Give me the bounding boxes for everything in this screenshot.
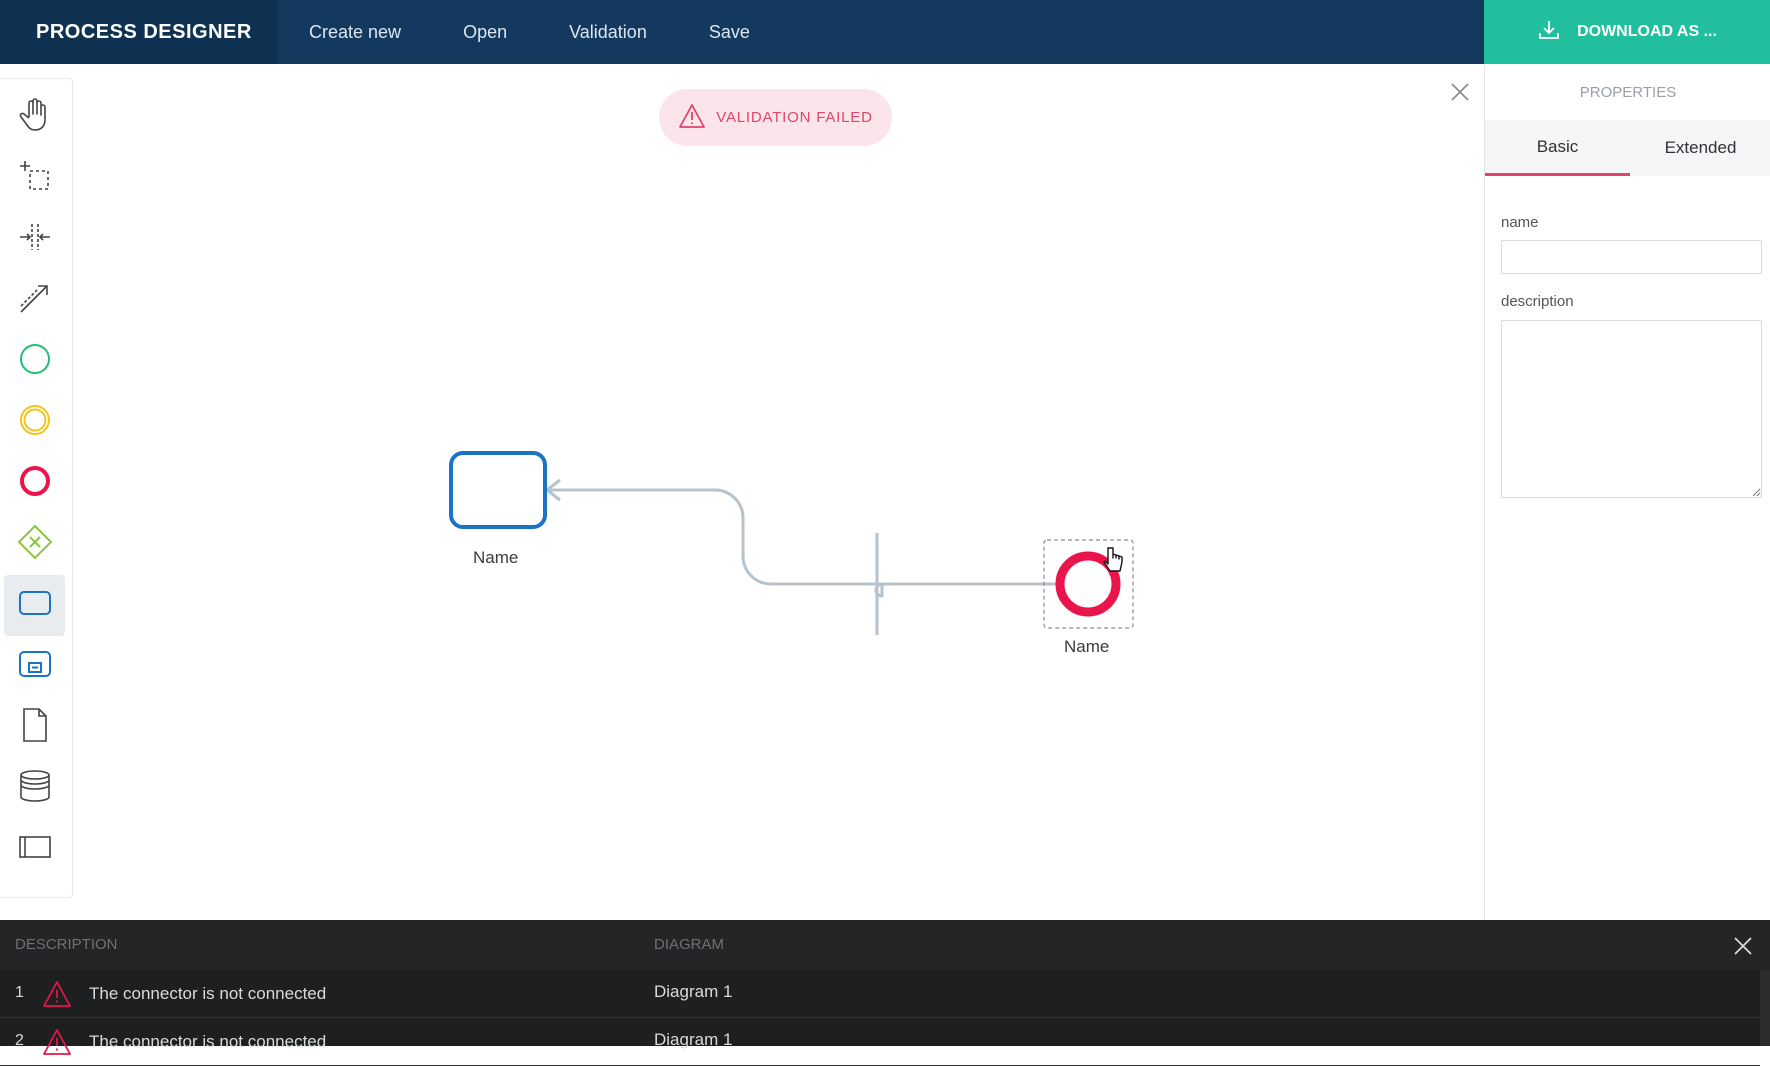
validation-row[interactable]: 1 The connector is not connected Diagram…: [0, 970, 1760, 1018]
error-warning-icon: [42, 1028, 72, 1061]
name-field-label: name: [1501, 214, 1539, 231]
description-field-label: description: [1501, 293, 1574, 310]
download-label: DOWNLOAD AS ...: [1577, 23, 1717, 40]
validation-panel: DESCRIPTION DIAGRAM 1 The connector is n…: [0, 920, 1770, 1066]
row-number: 2: [15, 1032, 24, 1049]
sequence-flow-connector[interactable]: [548, 488, 1058, 598]
download-as-button[interactable]: DOWNLOAD AS ...: [1484, 0, 1770, 64]
row-description: The connector is not connected: [89, 984, 327, 1003]
row-diagram: Diagram 1: [654, 982, 733, 1001]
row-description: The connector is not connected: [89, 1032, 327, 1051]
diagram-shapes: [449, 451, 1134, 635]
column-description: DESCRIPTION: [15, 936, 118, 953]
validation-row[interactable]: 2 The connector is not connected Diagram…: [0, 1018, 1760, 1066]
error-warning-icon: [42, 980, 72, 1013]
validation-scrollbar[interactable]: [1760, 970, 1770, 1046]
name-field[interactable]: [1501, 240, 1762, 274]
task-shape[interactable]: [449, 451, 547, 529]
validation-close-icon[interactable]: [1733, 936, 1753, 956]
row-number: 1: [15, 984, 24, 1001]
column-diagram: DIAGRAM: [654, 936, 725, 953]
properties-tabs: Basic Extended: [1485, 120, 1770, 176]
tab-extended[interactable]: Extended: [1630, 120, 1770, 176]
download-icon: [1537, 18, 1561, 47]
description-field[interactable]: [1501, 320, 1762, 498]
row-diagram: Diagram 1: [654, 1030, 733, 1049]
validation-table-header: DESCRIPTION DIAGRAM: [0, 920, 1770, 970]
end-event-label: Name: [1064, 637, 1110, 656]
task-label: Name: [473, 548, 519, 567]
properties-title: PROPERTIES: [1579, 83, 1677, 101]
tab-basic[interactable]: Basic: [1485, 120, 1630, 176]
properties-panel: PROPERTIES Basic Extended name descripti…: [1484, 64, 1770, 920]
